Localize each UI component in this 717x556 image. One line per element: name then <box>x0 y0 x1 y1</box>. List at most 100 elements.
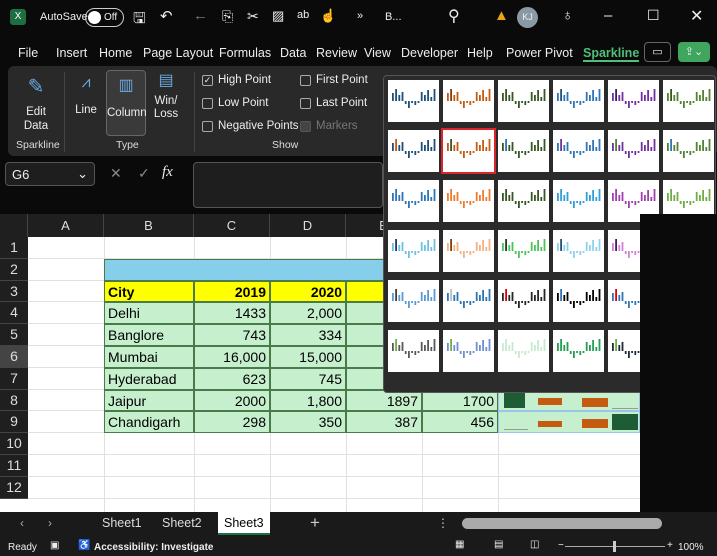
add-sheet-button[interactable]: + <box>310 513 320 533</box>
winloss-button[interactable]: ▤ Win/ Loss <box>150 73 182 121</box>
sparkline-style-6[interactable] <box>663 80 714 122</box>
table-cell[interactable]: 456 <box>422 411 498 434</box>
search-icon[interactable]: ⚲ <box>448 6 460 26</box>
undo-icon[interactable]: ↶ <box>160 7 173 25</box>
sparkline-style-1[interactable] <box>388 80 439 122</box>
table-cell[interactable]: 334 <box>270 324 346 346</box>
sparkline-style-19[interactable] <box>388 230 439 272</box>
table-cell[interactable]: Chandigarh <box>104 411 194 434</box>
zoom-in-icon[interactable]: + <box>667 540 673 551</box>
sparkline-style-22[interactable] <box>553 230 604 272</box>
checkbox-box[interactable] <box>300 120 311 132</box>
table-cell[interactable]: Banglore <box>104 324 194 346</box>
row-header-7[interactable]: 7 <box>0 367 28 390</box>
row-header-11[interactable]: 11 <box>0 455 28 477</box>
column-header-B[interactable]: B <box>104 214 194 237</box>
sparkline-style-26[interactable] <box>443 280 494 322</box>
redo-icon[interactable]: ← <box>193 7 208 24</box>
table-cell[interactable]: Hyderabad <box>104 367 194 390</box>
table-cell[interactable]: 387 <box>346 411 422 434</box>
header-cell[interactable]: 2019 <box>194 280 270 303</box>
name-box[interactable]: G6 ⌄ <box>5 162 95 186</box>
save-icon[interactable]: 🖫 <box>133 8 146 33</box>
close-icon[interactable]: ✕ <box>690 6 703 26</box>
table-cell[interactable]: 2000 <box>194 389 270 412</box>
table-cell[interactable]: 15,000 <box>270 346 346 368</box>
sparkline-style-3[interactable] <box>498 80 549 122</box>
sparkline-style-7[interactable] <box>388 130 439 172</box>
table-cell[interactable]: 298 <box>194 411 270 434</box>
row-header-1[interactable]: 1 <box>0 237 28 259</box>
lightbulb-icon[interactable]: ♁ <box>562 7 573 24</box>
zoom-out-icon[interactable]: − <box>558 540 564 551</box>
maximize-icon[interactable]: ☐ <box>647 7 660 24</box>
checkbox-high-point[interactable]: ✓ High Point <box>202 74 271 86</box>
row-header-2[interactable]: 2 <box>0 258 28 281</box>
table-cell[interactable]: 1433 <box>194 302 270 325</box>
checkbox-negative-points[interactable]: Negative Points <box>202 120 299 132</box>
sparkline-style-20[interactable] <box>443 230 494 272</box>
spelling-icon[interactable]: ab <box>297 9 309 21</box>
table-cell[interactable]: Mumbai <box>104 346 194 368</box>
comments-button[interactable]: ▭ <box>644 42 671 62</box>
autosave-toggle[interactable]: Off <box>85 8 124 27</box>
tab-sparkline[interactable]: Sparkline <box>583 46 640 62</box>
sparkline-style-8[interactable] <box>441 128 496 174</box>
sheet-tab-sheet1[interactable]: Sheet1 <box>102 516 142 530</box>
row-header-6[interactable]: 6 <box>0 346 28 368</box>
sparkline-style-12[interactable] <box>663 130 714 172</box>
tab-home[interactable]: Home <box>99 46 132 60</box>
table-cell[interactable]: 745 <box>270 367 346 390</box>
sparkline-style-25[interactable] <box>388 280 439 322</box>
tab-data[interactable]: Data <box>280 46 306 60</box>
tab-developer[interactable]: Developer <box>401 46 458 60</box>
sparkline-style-9[interactable] <box>498 130 549 172</box>
column-header-A[interactable]: A <box>28 214 104 237</box>
sparkline-style-4[interactable] <box>553 80 604 122</box>
cut-icon[interactable]: ✂ <box>247 8 259 25</box>
sparkline-style-34[interactable] <box>553 330 604 372</box>
tab-formulas[interactable]: Formulas <box>219 46 271 60</box>
next-sheet-icon[interactable]: › <box>48 516 52 530</box>
table-cell[interactable]: Delhi <box>104 302 194 325</box>
avatar[interactable]: KJ <box>517 7 538 28</box>
accessibility-status[interactable]: Accessibility: Investigate <box>94 542 214 553</box>
page-layout-view-icon[interactable]: ▤ <box>494 539 503 550</box>
zoom-level[interactable]: 100% <box>678 542 704 553</box>
row-header-3[interactable]: 3 <box>0 280 28 303</box>
table-cell[interactable]: 623 <box>194 367 270 390</box>
table-cell[interactable]: 16,000 <box>194 346 270 368</box>
formula-enter-icon[interactable]: ✓ <box>138 165 150 182</box>
tab-view[interactable]: View <box>364 46 391 60</box>
more-options-icon[interactable]: ⋮ <box>437 516 449 530</box>
column-header-C[interactable]: C <box>194 214 270 237</box>
formula-input[interactable] <box>193 162 383 208</box>
header-cell[interactable]: 2020 <box>270 280 346 303</box>
sparkline-style-11[interactable] <box>608 130 659 172</box>
sparkline-style-28[interactable] <box>553 280 604 322</box>
checkbox-box[interactable] <box>300 74 311 86</box>
row-header-12[interactable]: 12 <box>0 476 28 499</box>
sparkline-style-13[interactable] <box>388 180 439 222</box>
more-commands-icon[interactable]: » <box>357 10 363 22</box>
row-header-9[interactable]: 9 <box>0 411 28 434</box>
warning-icon[interactable]: ▲ <box>494 7 509 24</box>
sparkline-style-16[interactable] <box>553 180 604 222</box>
row-header-10[interactable]: 10 <box>0 433 28 455</box>
sparkline-style-15[interactable] <box>498 180 549 222</box>
minimize-icon[interactable]: – <box>604 7 612 24</box>
checkbox-markers[interactable]: Markers <box>300 120 358 132</box>
column-header-D[interactable]: D <box>270 214 346 237</box>
checkbox-box[interactable] <box>202 97 213 109</box>
sparkline-style-14[interactable] <box>443 180 494 222</box>
tab-file[interactable]: File <box>18 46 38 60</box>
table-cell[interactable]: Jaipur <box>104 389 194 412</box>
checkbox-box[interactable] <box>300 97 311 109</box>
checkbox-first-point[interactable]: First Point <box>300 74 368 86</box>
row-header-5[interactable]: 5 <box>0 324 28 346</box>
checkbox-last-point[interactable]: Last Point <box>300 97 367 109</box>
line-button[interactable]: ⩘ Line <box>70 74 102 116</box>
table-cell[interactable]: 1,800 <box>270 389 346 412</box>
macro-record-icon[interactable]: ▣ <box>50 540 59 551</box>
row-header-8[interactable]: 8 <box>0 389 28 412</box>
